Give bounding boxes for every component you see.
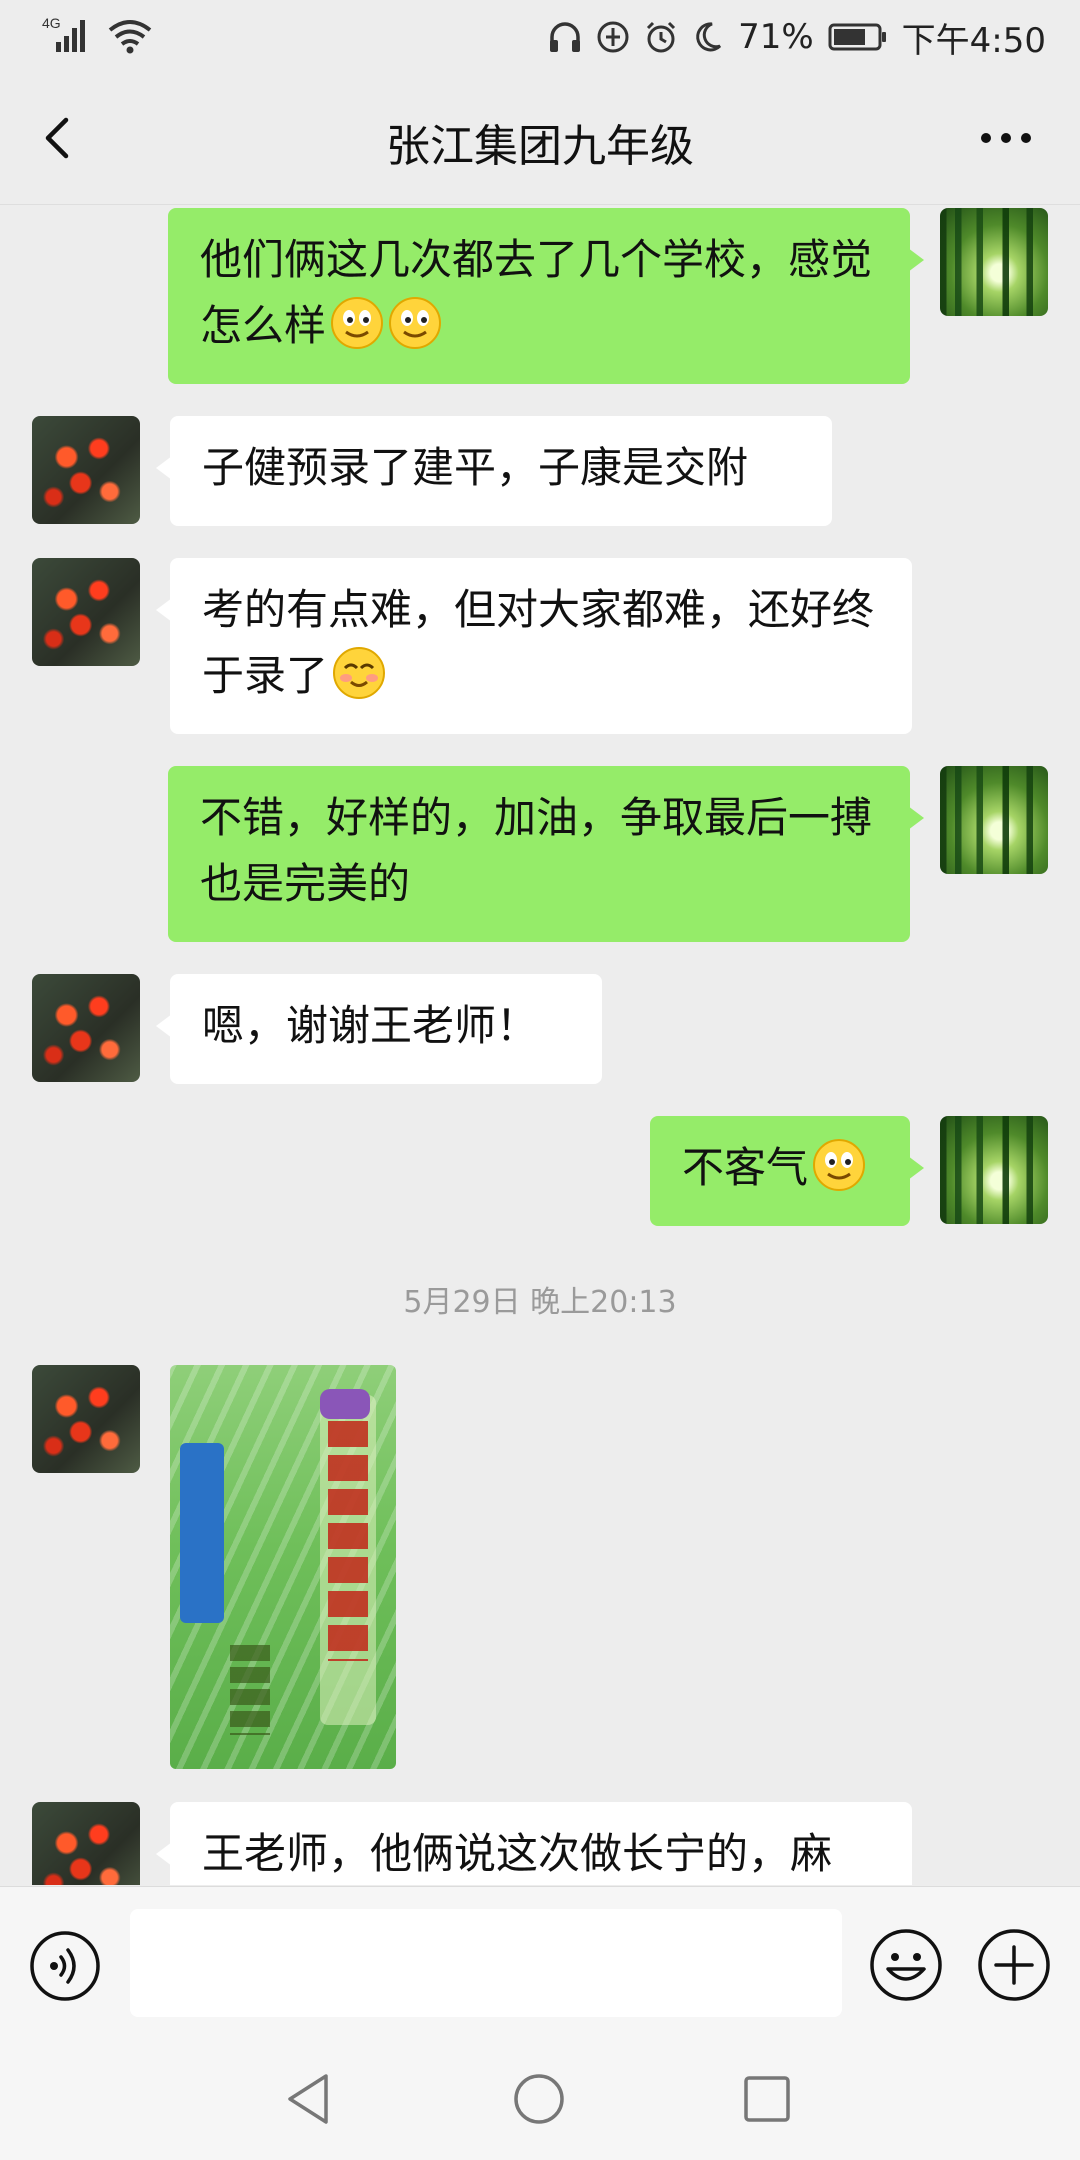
chat-title: 张江集团九年级 bbox=[386, 121, 694, 172]
message-text: 嗯，谢谢王老师！ bbox=[202, 1001, 539, 1050]
voice-icon[interactable] bbox=[28, 1929, 102, 2003]
smile-emoji-icon bbox=[331, 297, 384, 349]
photo-red-title bbox=[328, 1421, 368, 1661]
message-text: 考的有点难，但对大家都难，还好终于录了 bbox=[202, 585, 875, 700]
plus-icon[interactable] bbox=[976, 1927, 1052, 2003]
message-bubble-incoming[interactable]: 王老师，他俩说这次做长宁的，麻 bbox=[156, 1802, 912, 1885]
status-time: 下午4:50 bbox=[901, 20, 1046, 61]
my-avatar[interactable] bbox=[940, 208, 1048, 316]
cellular-signal-icon: 4G bbox=[42, 15, 85, 52]
status-right: 71% 下午4:50 bbox=[548, 14, 1046, 61]
message-text: 不客气 bbox=[682, 1143, 809, 1192]
more-dots-icon[interactable] bbox=[978, 120, 1034, 156]
message-bubble-incoming[interactable]: 考的有点难，但对大家都难，还好终于录了 bbox=[156, 558, 912, 734]
battery-icon bbox=[828, 23, 886, 51]
svg-text:4G: 4G bbox=[42, 15, 61, 31]
message-input[interactable] bbox=[130, 1909, 842, 2017]
contact-avatar[interactable] bbox=[32, 1365, 140, 1473]
contact-avatar[interactable] bbox=[32, 416, 140, 524]
contact-avatar[interactable] bbox=[32, 974, 140, 1082]
status-left: 4G bbox=[42, 14, 152, 54]
message-timestamp: 5月29日 晚上20:13 bbox=[403, 1285, 677, 1320]
my-avatar[interactable] bbox=[940, 766, 1048, 874]
my-avatar[interactable] bbox=[940, 1116, 1048, 1224]
photo-subject-text bbox=[230, 1645, 270, 1735]
message-bubble-outgoing[interactable]: 不错，好样的，加油，争取最后一搏也是完美的 bbox=[168, 766, 924, 942]
photo-blue-tag bbox=[180, 1443, 224, 1623]
do-not-disturb-moon-icon bbox=[696, 22, 722, 52]
smile-emoji-icon bbox=[813, 1139, 866, 1191]
battery-percent: 71% bbox=[738, 17, 814, 57]
alarm-icon bbox=[647, 21, 676, 53]
message-text: 不错，好样的，加油，争取最后一搏也是完美的 bbox=[200, 793, 873, 908]
blush-emoji-icon bbox=[333, 647, 386, 699]
message-bubble-outgoing[interactable]: 不客气 bbox=[650, 1116, 924, 1226]
message-bubble-incoming[interactable]: 子健预录了建平，子康是交附 bbox=[156, 416, 832, 526]
contact-avatar[interactable] bbox=[32, 1802, 140, 1885]
message-text: 他们俩这几次都去了几个学校，感觉怎么样 bbox=[200, 235, 873, 350]
contact-avatar[interactable] bbox=[32, 558, 140, 666]
message-text: 子健预录了建平，子康是交附 bbox=[202, 443, 749, 492]
nav-home-icon[interactable] bbox=[512, 2072, 566, 2126]
message-bubble-incoming[interactable]: 嗯，谢谢王老师！ bbox=[156, 974, 602, 1084]
status-bar: 4G 71% 下午4:50 bbox=[0, 0, 1080, 72]
input-bar bbox=[0, 1886, 1080, 2037]
wifi-icon bbox=[108, 20, 152, 54]
headphones-icon bbox=[550, 22, 581, 52]
emoji-icon[interactable] bbox=[868, 1927, 944, 2003]
nav-back-icon[interactable] bbox=[284, 2072, 334, 2126]
data-saver-icon bbox=[597, 21, 629, 53]
photo-purple-label bbox=[320, 1389, 370, 1419]
chat-header: 张江集团九年级 bbox=[0, 72, 1080, 205]
message-bubble-outgoing[interactable]: 他们俩这几次都去了几个学校，感觉怎么样 bbox=[168, 208, 924, 384]
message-list[interactable]: 他们俩这几次都去了几个学校，感觉怎么样 子健预录了建平，子康是交附 考的有点难，… bbox=[0, 205, 1080, 1885]
smile-emoji-icon bbox=[389, 297, 442, 349]
nav-recent-apps-icon[interactable] bbox=[742, 2074, 792, 2124]
system-navigation-bar bbox=[0, 2036, 1080, 2160]
message-text: 王老师，他俩说这次做长宁的，麻 bbox=[202, 1829, 833, 1878]
image-message-workbook-photo[interactable] bbox=[170, 1365, 396, 1769]
